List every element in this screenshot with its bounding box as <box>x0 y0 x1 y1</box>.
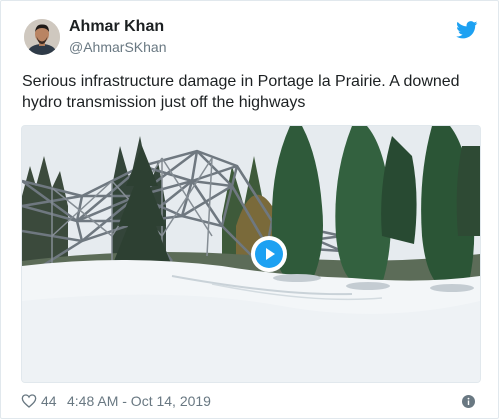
heart-icon[interactable] <box>21 393 37 409</box>
author-handle[interactable]: @AhmarSKhan <box>69 38 166 56</box>
embedded-tweet-card: Ahmar Khan @AhmarSKhan Serious infrastru… <box>0 0 499 419</box>
tweet-text-line-2: hydro transmission just off the highways <box>22 94 306 111</box>
tweet-footer: 44 4:48 AM - Oct 14, 2019 <box>21 392 479 410</box>
video-thumbnail[interactable] <box>21 125 481 383</box>
tweet-timestamp[interactable]: 4:48 AM - Oct 14, 2019 <box>67 392 211 410</box>
tweet-text: Serious infrastructure damage in Portage… <box>22 71 482 113</box>
like-count[interactable]: 44 <box>41 392 57 410</box>
play-button[interactable] <box>251 236 287 272</box>
info-icon[interactable] <box>462 394 475 408</box>
twitter-bird-icon[interactable] <box>456 21 478 39</box>
author-avatar[interactable] <box>24 19 60 55</box>
author-name[interactable]: Ahmar Khan <box>69 17 164 37</box>
play-icon <box>255 240 283 268</box>
tweet-text-line-1: Serious infrastructure damage in Portage… <box>22 73 460 90</box>
